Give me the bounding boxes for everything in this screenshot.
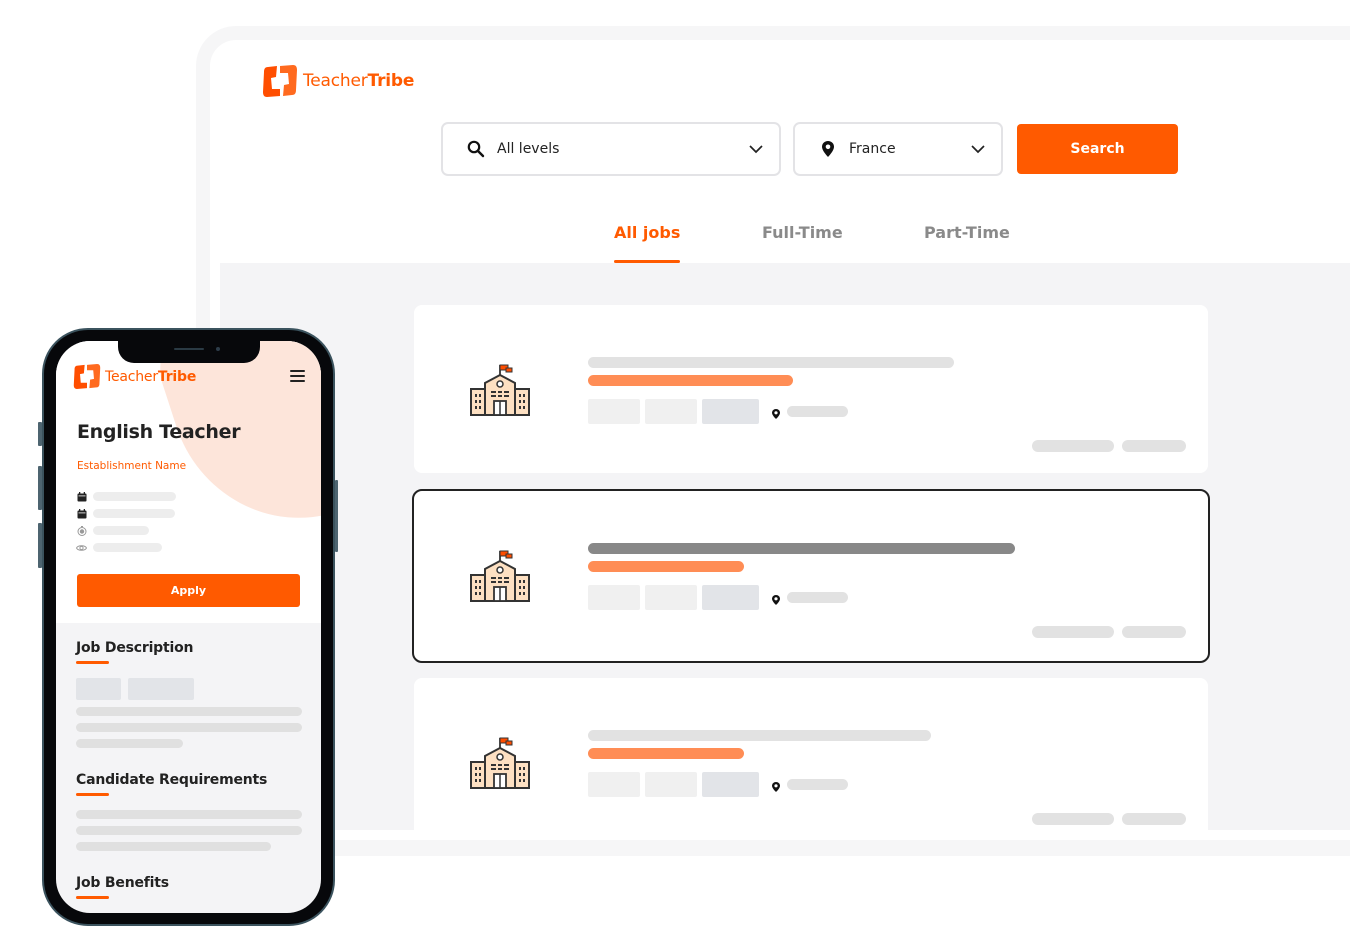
meta-placeholder xyxy=(93,526,149,535)
job-title-placeholder xyxy=(588,543,1015,554)
front-camera xyxy=(216,347,220,351)
tag-placeholder xyxy=(588,772,640,797)
level-select-value: All levels xyxy=(497,141,560,157)
brand-name: TeacherTribe xyxy=(105,369,196,385)
tab-full-time[interactable]: Full-Time xyxy=(762,223,843,263)
marketing-mockup: TeacherTribe All levels France Search Al… xyxy=(0,0,1350,928)
location-pin-icon xyxy=(771,778,781,792)
brand-name-light: Teacher xyxy=(105,368,158,385)
phone-screen: TeacherTribe English Teacher Establishme… xyxy=(56,341,321,913)
section-title-job-benefits: Job Benefits xyxy=(76,875,169,891)
text-placeholder xyxy=(76,739,183,748)
logo-mark-icon xyxy=(73,363,101,390)
section-underline xyxy=(76,793,109,796)
phone-notch xyxy=(118,341,260,363)
job-header: TeacherTribe English Teacher Establishme… xyxy=(56,341,321,623)
section-underline xyxy=(76,896,109,899)
location-placeholder xyxy=(787,406,848,417)
brand-name-light: Teacher xyxy=(303,71,368,91)
brand-name-bold: Tribe xyxy=(157,368,197,385)
text-placeholder xyxy=(76,723,302,732)
meta-placeholder xyxy=(93,509,175,518)
meta-duration xyxy=(76,525,149,536)
meta-placeholder xyxy=(93,543,162,552)
country-select[interactable]: France xyxy=(793,122,1003,176)
brand-name: TeacherTribe xyxy=(303,71,414,91)
salary-placeholder xyxy=(1122,626,1186,638)
tag-placeholder xyxy=(588,399,640,424)
tag-placeholder xyxy=(128,678,194,700)
job-list xyxy=(220,263,1350,840)
date-placeholder xyxy=(1032,626,1114,638)
text-placeholder xyxy=(76,707,302,716)
meta-views xyxy=(76,542,162,553)
location-pin-icon xyxy=(817,138,839,160)
text-placeholder xyxy=(76,842,271,851)
tag-placeholder xyxy=(645,399,697,424)
tab-part-time[interactable]: Part-Time xyxy=(924,223,1010,263)
school-building-icon xyxy=(470,736,530,790)
school-building-icon xyxy=(470,363,530,417)
section-title-job-description: Job Description xyxy=(76,640,194,656)
text-placeholder xyxy=(76,826,302,835)
job-title-placeholder xyxy=(588,730,931,741)
tag-placeholder xyxy=(588,585,640,610)
job-title-placeholder xyxy=(588,357,954,368)
tag-placeholder xyxy=(645,772,697,797)
section-underline xyxy=(76,661,109,664)
school-building-icon xyxy=(470,549,530,603)
employer-placeholder xyxy=(588,375,793,386)
tag-placeholder xyxy=(702,399,759,424)
location-placeholder xyxy=(787,592,848,603)
logo-mark-icon xyxy=(262,64,298,98)
phone-power-button xyxy=(335,480,338,552)
job-type-tabs: All jobs Full-Time Part-Time xyxy=(210,223,1350,263)
chevron-down-icon xyxy=(969,140,987,158)
search-button[interactable]: Search xyxy=(1017,124,1178,174)
location-pin-icon xyxy=(771,591,781,605)
job-title: English Teacher xyxy=(77,421,241,443)
employer-placeholder xyxy=(588,561,744,572)
speaker-grille xyxy=(174,348,204,350)
meta-end-date xyxy=(76,508,175,519)
level-select[interactable]: All levels xyxy=(441,122,781,176)
text-placeholder xyxy=(76,810,302,819)
location-placeholder xyxy=(787,779,848,790)
salary-placeholder xyxy=(1122,813,1186,825)
salary-placeholder xyxy=(1122,440,1186,452)
tag-placeholder xyxy=(702,772,759,797)
tag-placeholder xyxy=(702,585,759,610)
clock-icon xyxy=(76,525,87,536)
brand-logo[interactable]: TeacherTribe xyxy=(262,64,414,98)
date-placeholder xyxy=(1032,813,1114,825)
country-select-value: France xyxy=(849,141,896,157)
employer-placeholder xyxy=(588,748,744,759)
job-card[interactable] xyxy=(414,678,1208,840)
job-card[interactable] xyxy=(414,305,1208,473)
job-card-selected[interactable] xyxy=(412,489,1210,663)
hamburger-menu-icon[interactable] xyxy=(290,370,305,383)
establishment-name[interactable]: Establishment Name xyxy=(77,460,186,472)
section-title-candidate-requirements: Candidate Requirements xyxy=(76,772,268,788)
brand-name-bold: Tribe xyxy=(367,71,415,91)
eye-icon xyxy=(76,542,87,553)
brand-logo[interactable]: TeacherTribe xyxy=(73,363,196,390)
location-pin-icon xyxy=(771,405,781,419)
chevron-down-icon xyxy=(747,140,765,158)
tag-placeholder xyxy=(645,585,697,610)
tab-all-jobs[interactable]: All jobs xyxy=(614,223,681,263)
search-icon xyxy=(465,138,487,160)
calendar-icon xyxy=(76,508,87,519)
tag-placeholder xyxy=(76,678,121,700)
meta-placeholder xyxy=(93,492,176,501)
desktop-window: TeacherTribe All levels France Search Al… xyxy=(210,40,1350,840)
meta-start-date xyxy=(76,491,176,502)
calendar-icon xyxy=(76,491,87,502)
date-placeholder xyxy=(1032,440,1114,452)
apply-button[interactable]: Apply xyxy=(77,574,300,607)
